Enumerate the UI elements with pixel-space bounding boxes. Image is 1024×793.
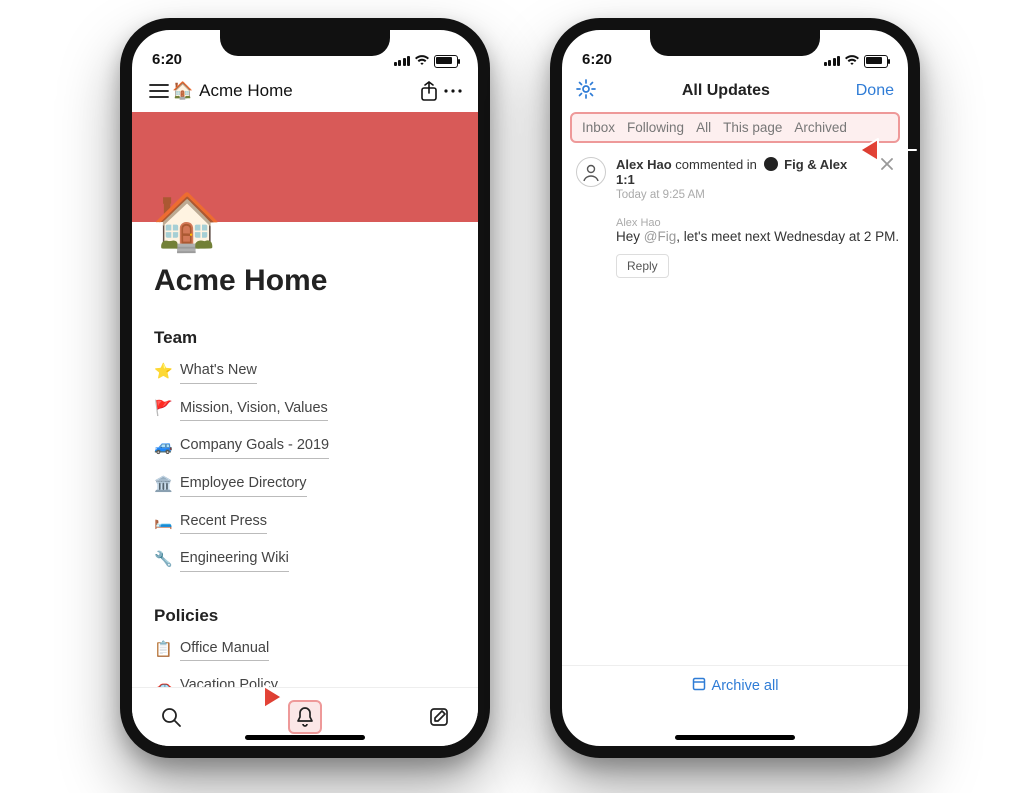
tab-inbox[interactable]: Inbox (582, 120, 615, 135)
more-icon[interactable] (442, 78, 464, 104)
section-title-team: Team (154, 328, 478, 348)
notch (650, 28, 820, 56)
home-indicator[interactable] (245, 735, 365, 740)
clipboard-icon: 📋 (154, 640, 172, 658)
link-label: Office Manual (180, 636, 269, 662)
link-label: Mission, Vision, Values (180, 396, 328, 422)
callout-arrow-archived (858, 133, 918, 167)
page-link-whats-new[interactable]: ⭐ What's New (154, 354, 478, 388)
comment-prefix: Hey (616, 229, 644, 244)
wifi-icon (414, 54, 430, 68)
notification-text: Alex Hao commented in Fig & Alex 1:1 (616, 157, 866, 187)
page-link-mission[interactable]: 🚩 Mission, Vision, Values (154, 392, 478, 426)
star-icon: ⭐ (154, 362, 172, 380)
status-time: 6:20 (152, 51, 182, 68)
link-label: Company Goals - 2019 (180, 433, 329, 459)
search-tab[interactable] (156, 702, 186, 732)
tab-this-page[interactable]: This page (723, 120, 782, 135)
archive-all-button[interactable]: Archive all (562, 665, 908, 704)
cellular-icon (824, 56, 841, 66)
wrench-icon: 🔧 (154, 550, 172, 568)
archive-all-label: Archive all (712, 678, 779, 694)
page-link-office-manual[interactable]: 📋 Office Manual (154, 632, 478, 666)
notch (220, 28, 390, 56)
battery-icon (864, 55, 888, 68)
building-icon: 🏛️ (154, 475, 172, 493)
battery-icon (434, 55, 458, 68)
home-indicator[interactable] (675, 735, 795, 740)
comment-text: Hey @Fig, let's meet next Wednesday at 2… (616, 229, 908, 244)
team-link-list: ⭐ What's New 🚩 Mission, Vision, Values 🚙 Co… (154, 354, 478, 576)
updates-title: All Updates (682, 82, 770, 100)
page-link-wiki[interactable]: 🔧 Engineering Wiki (154, 542, 478, 576)
page-cover: 🏠 (132, 112, 478, 222)
wifi-icon (844, 54, 860, 68)
archive-icon (692, 677, 706, 695)
top-nav: 🏠 Acme Home (132, 70, 478, 112)
link-label: Employee Directory (180, 471, 307, 497)
tab-archived[interactable]: Archived (794, 120, 847, 135)
notification-author: Alex Hao (616, 157, 672, 172)
reply-button[interactable]: Reply (616, 254, 669, 278)
comment-author: Alex Hao (616, 217, 908, 229)
link-label: What's New (180, 358, 257, 384)
callout-arrow-updates (224, 680, 284, 714)
page-title: Acme Home (154, 264, 478, 298)
flag-icon: 🚩 (154, 399, 172, 417)
page-emoji-icon[interactable]: 🏠 (152, 194, 222, 250)
comment-block: Alex Hao Hey @Fig, let's meet next Wedne… (616, 217, 908, 244)
updates-tab[interactable] (288, 700, 322, 734)
settings-icon[interactable] (576, 79, 596, 104)
mention[interactable]: @Fig (644, 229, 676, 244)
link-label: Engineering Wiki (180, 546, 289, 572)
notification-verb: commented in (675, 157, 757, 172)
breadcrumb[interactable]: Acme Home (199, 81, 293, 101)
breadcrumb-icon: 🏠 (172, 81, 193, 101)
share-icon[interactable] (416, 78, 442, 104)
avatar (576, 157, 606, 187)
menu-icon[interactable] (146, 78, 172, 104)
cellular-icon (394, 56, 411, 66)
news-icon: 🛏️ (154, 512, 172, 530)
page-link-press[interactable]: 🛏️ Recent Press (154, 505, 478, 539)
status-time: 6:20 (582, 51, 612, 68)
compose-tab[interactable] (424, 702, 454, 732)
tab-all[interactable]: All (696, 120, 711, 135)
notification-time: Today at 9:25 AM (616, 189, 866, 201)
tab-following[interactable]: Following (627, 120, 684, 135)
phone-updates-screen: 6:20 All Updates Done Inbox Following Al… (550, 18, 920, 758)
page-link-directory[interactable]: 🏛️ Employee Directory (154, 467, 478, 501)
car-icon: 🚙 (154, 437, 172, 455)
page-link-goals[interactable]: 🚙 Company Goals - 2019 (154, 429, 478, 463)
link-label: Recent Press (180, 509, 267, 535)
updates-filter-tabs: Inbox Following All This page Archived (570, 112, 900, 143)
comment-rest: , let's meet next Wednesday at 2 PM. (676, 229, 899, 244)
page-icon (764, 157, 778, 171)
section-title-policies: Policies (154, 606, 478, 626)
updates-nav: All Updates Done (562, 70, 908, 112)
done-button[interactable]: Done (856, 82, 894, 100)
notification-item[interactable]: Alex Hao commented in Fig & Alex 1:1 Tod… (562, 143, 908, 201)
phone-home-screen: 6:20 🏠 Acme Home (120, 18, 490, 758)
